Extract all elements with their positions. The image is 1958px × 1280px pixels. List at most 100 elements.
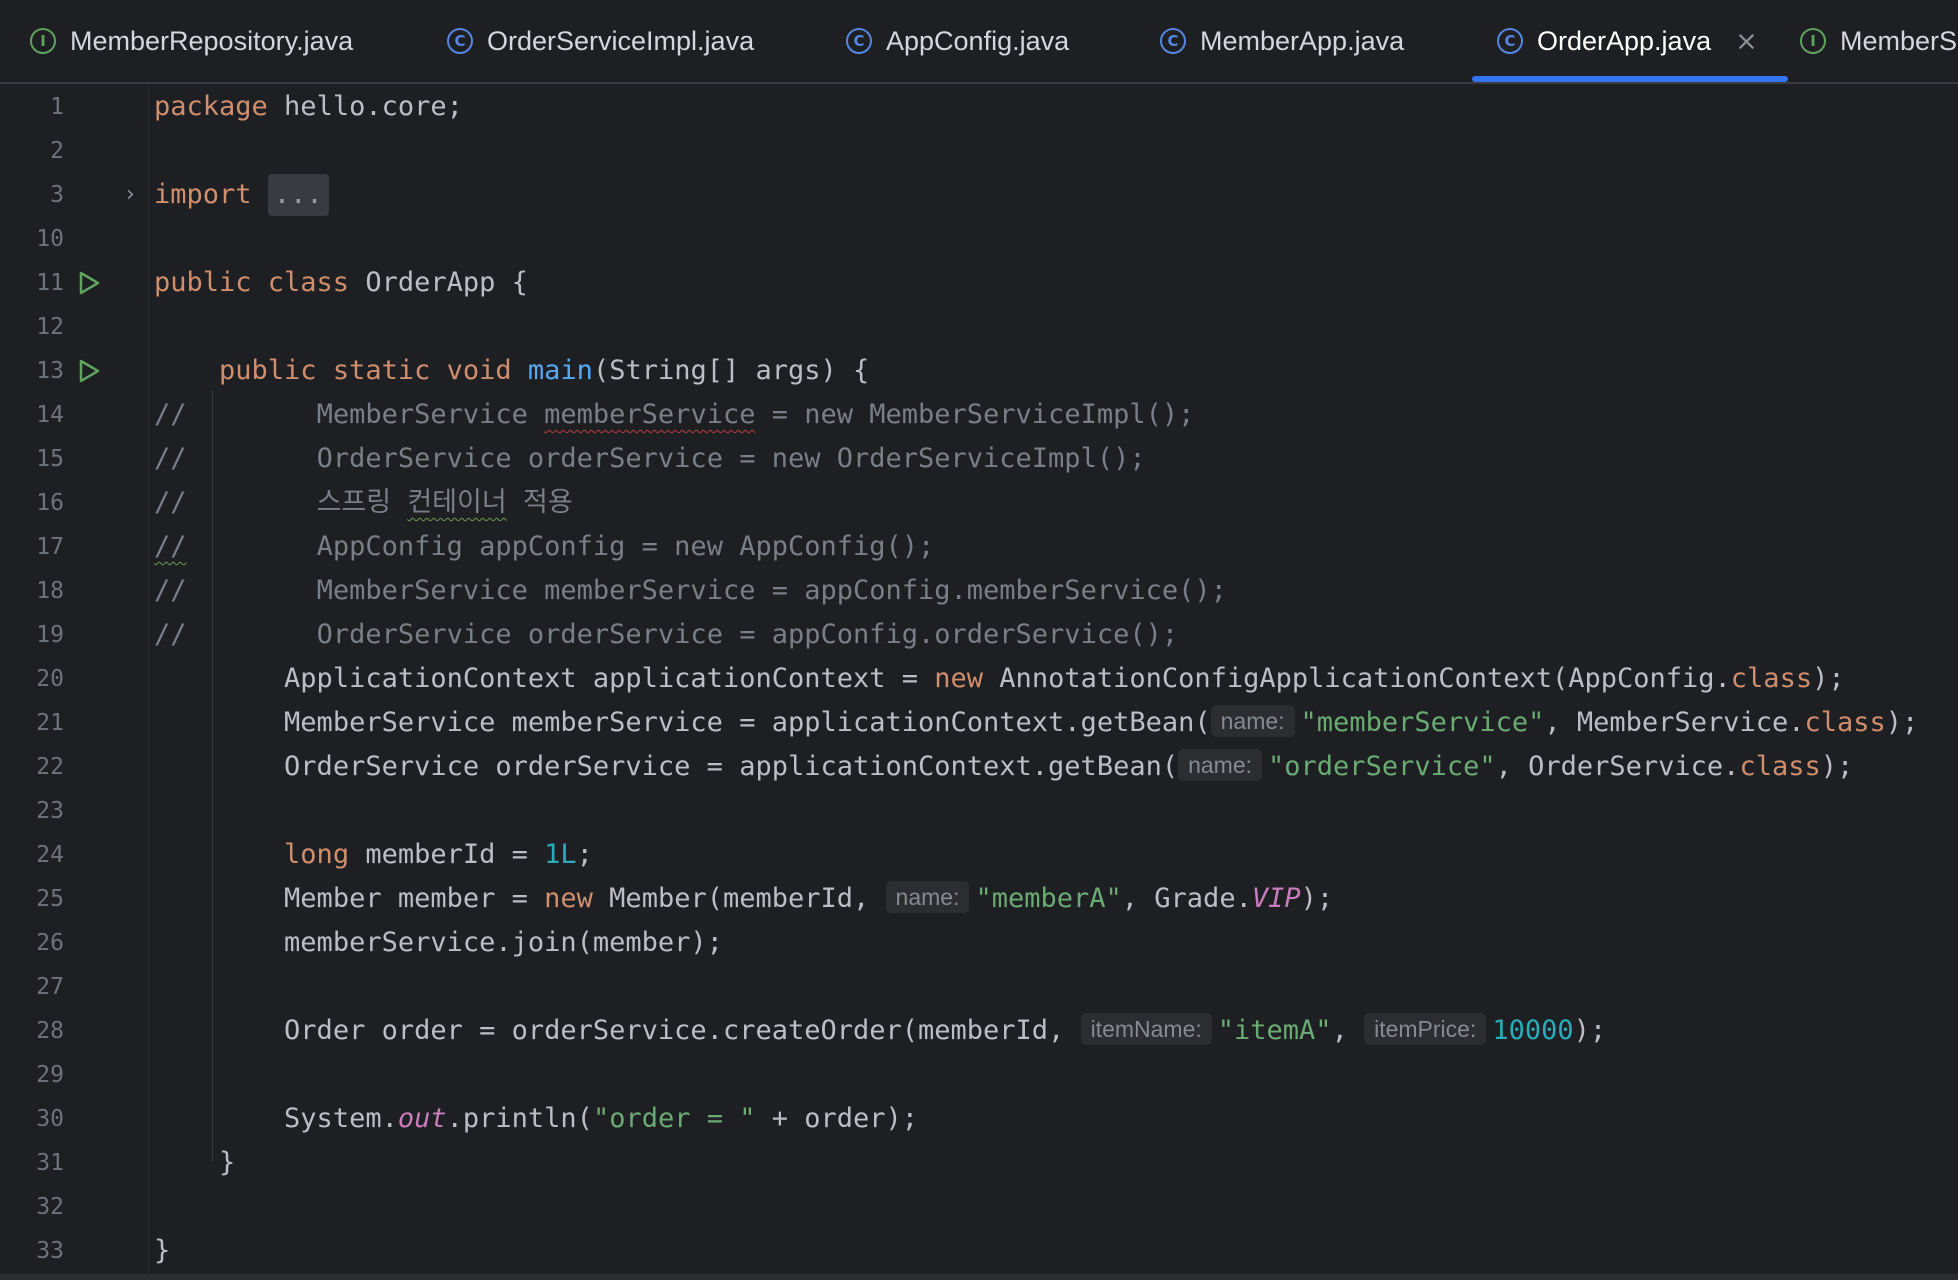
code-text: ApplicationContext applicationContext = … (284, 663, 1845, 694)
code-line[interactable]: 31 } (0, 1141, 1958, 1185)
code-line[interactable]: 28 Order order = orderService.createOrde… (0, 1009, 1958, 1053)
code-text: public static void main(String[] args) { (219, 355, 870, 386)
line-number: 29 (36, 1062, 64, 1088)
code-line[interactable]: 12 (0, 305, 1958, 349)
code-text: MemberService memberService = applicatio… (284, 705, 1919, 738)
class-icon: C (846, 28, 872, 54)
class-icon: C (447, 28, 473, 54)
code-line[interactable]: 15 // OrderService orderService = new Or… (0, 437, 1958, 481)
code-line[interactable]: 14 // MemberService memberService = new … (0, 393, 1958, 437)
tab-members[interactable]: I MemberS (1800, 0, 1957, 82)
line-number: 21 (36, 710, 64, 736)
code-text: long memberId = 1L; (284, 839, 593, 870)
line-number: 18 (36, 578, 64, 604)
code-line[interactable]: 13 public static void main(String[] args… (0, 349, 1958, 393)
run-icon[interactable] (76, 270, 102, 296)
horizontal-scrollbar[interactable] (0, 1274, 1958, 1280)
code-line[interactable]: 11 public class OrderApp { (0, 261, 1958, 305)
code-line[interactable]: 30 System.out.println("order = " + order… (0, 1097, 1958, 1141)
parameter-hint: name: (885, 881, 970, 913)
class-icon: C (1497, 28, 1523, 54)
code-line[interactable]: 21 MemberService memberService = applica… (0, 701, 1958, 745)
tab-memberrepository[interactable]: I MemberRepository.java (30, 0, 353, 82)
code-line[interactable]: 16 // 스프링 컨테이너 적용 (0, 481, 1958, 525)
code-text: } (219, 1147, 236, 1178)
code-text: System.out.println("order = " + order); (284, 1103, 919, 1134)
comment-text: // MemberService memberService = new Mem… (154, 399, 1195, 430)
editor-tab-bar: I MemberRepository.java C OrderServiceIm… (0, 0, 1958, 84)
code-text: Member member = new Member(memberId, nam… (284, 881, 1334, 914)
tab-orderapp[interactable]: C OrderApp.java × (1472, 0, 1788, 82)
line-number: 22 (36, 754, 64, 780)
run-icon[interactable] (76, 358, 102, 384)
code-line[interactable]: 18 // MemberService memberService = appC… (0, 569, 1958, 613)
line-number: 19 (36, 622, 64, 648)
line-number: 31 (36, 1150, 64, 1176)
active-tab-indicator (1472, 76, 1788, 82)
code-text: package hello.core; (154, 91, 463, 122)
code-line[interactable]: 17 // AppConfig appConfig = new AppConfi… (0, 525, 1958, 569)
tab-label: AppConfig.java (886, 25, 1070, 56)
code-line[interactable]: 3 › import ... (0, 173, 1958, 217)
code-text: OrderService orderService = applicationC… (284, 749, 1854, 782)
code-line[interactable]: 1 package hello.core; (0, 85, 1958, 129)
interface-icon: I (30, 28, 56, 54)
line-number: 28 (36, 1018, 64, 1044)
parameter-hint: itemPrice: (1364, 1013, 1487, 1045)
line-number: 16 (36, 490, 64, 516)
code-line[interactable]: 25 Member member = new Member(memberId, … (0, 877, 1958, 921)
line-number: 10 (36, 226, 64, 252)
tab-label: MemberApp.java (1200, 25, 1405, 56)
tab-appconfig[interactable]: C AppConfig.java (846, 0, 1069, 82)
code-text: memberService.join(member); (284, 927, 723, 958)
code-line[interactable]: 10 (0, 217, 1958, 261)
line-number: 2 (50, 138, 64, 164)
line-number: 15 (36, 446, 64, 472)
code-editor[interactable]: 1 package hello.core; 2 3 › import ... 1… (0, 84, 1958, 1274)
line-number: 17 (36, 534, 64, 560)
line-number: 27 (36, 974, 64, 1000)
code-line[interactable]: 24 long memberId = 1L; (0, 833, 1958, 877)
code-text: } (154, 1235, 171, 1266)
class-icon: C (1160, 28, 1186, 54)
line-number: 3 (50, 182, 64, 208)
comment-text: // OrderService orderService = new Order… (154, 443, 1146, 474)
line-number: 1 (50, 94, 64, 120)
fold-expand-icon[interactable]: › (126, 173, 135, 217)
code-line[interactable]: 19 // OrderService orderService = appCon… (0, 613, 1958, 657)
line-number: 32 (36, 1194, 64, 1220)
line-number: 14 (36, 402, 64, 428)
comment-text: // 스프링 컨테이너 적용 (154, 487, 573, 518)
tab-orderserviceimpl[interactable]: C OrderServiceImpl.java (447, 0, 754, 82)
parameter-hint: name: (1210, 705, 1295, 737)
code-line[interactable]: 23 (0, 789, 1958, 833)
code-text: public class OrderApp { (154, 267, 528, 298)
code-text: import ... (154, 173, 329, 217)
line-number: 30 (36, 1106, 64, 1132)
line-number: 12 (36, 314, 64, 340)
code-line[interactable]: 26 memberService.join(member); (0, 921, 1958, 965)
line-number: 23 (36, 798, 64, 824)
comment-text: // OrderService orderService = appConfig… (154, 619, 1179, 650)
line-number: 33 (36, 1238, 64, 1264)
tab-label: MemberS (1840, 25, 1958, 56)
tab-label: OrderApp.java (1537, 25, 1712, 56)
tab-label: OrderServiceImpl.java (487, 25, 755, 56)
parameter-hint: itemName: (1080, 1013, 1212, 1045)
code-line[interactable]: 22 OrderService orderService = applicati… (0, 745, 1958, 789)
tab-memberapp[interactable]: C MemberApp.java (1160, 0, 1404, 82)
code-line[interactable]: 20 ApplicationContext applicationContext… (0, 657, 1958, 701)
folded-imports[interactable]: ... (267, 174, 329, 216)
code-line[interactable]: 27 (0, 965, 1958, 1009)
code-line[interactable]: 29 (0, 1053, 1958, 1097)
code-line[interactable]: 32 (0, 1185, 1958, 1229)
code-line[interactable]: 33 } (0, 1229, 1958, 1273)
line-number: 13 (36, 358, 64, 384)
line-number: 26 (36, 930, 64, 956)
tab-label: MemberRepository.java (70, 25, 354, 56)
code-line[interactable]: 2 (0, 129, 1958, 173)
line-number: 24 (36, 842, 64, 868)
close-icon[interactable]: × (1735, 26, 1758, 57)
parameter-hint: name: (1178, 749, 1263, 781)
comment-text: // AppConfig appConfig = new AppConfig()… (154, 531, 935, 562)
